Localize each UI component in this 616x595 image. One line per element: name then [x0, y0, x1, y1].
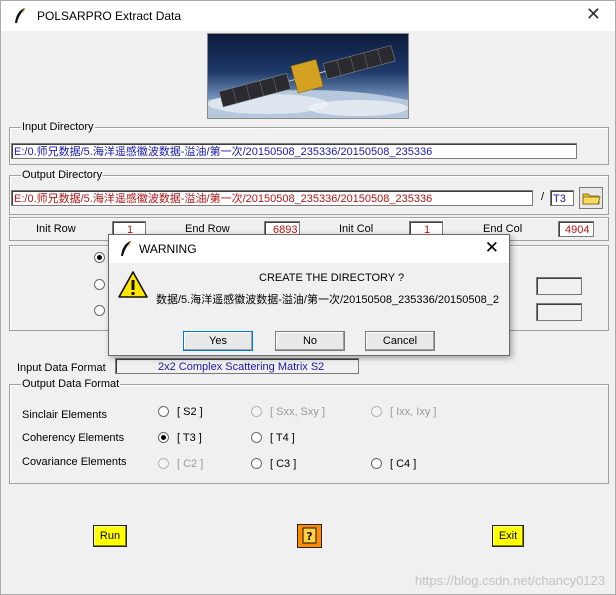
input-format-field: 2x2 Complex Scattering Matrix S2 — [115, 358, 359, 374]
coherency-label: Coherency Elements — [22, 432, 125, 444]
dialog-body: CREATE THE DIRECTORY ? 数据/5.海洋遥感徽波数据-溢油/… — [109, 263, 509, 355]
covariance-c3-label: [ C3 ] — [270, 458, 297, 470]
title-bar: POLSARPRO Extract Data ✕ — [1, 1, 615, 31]
covariance-c2-radio — [158, 458, 169, 469]
coherency-t4-label: [ T4 ] — [270, 432, 295, 444]
help-icon-glyph: ? — [306, 530, 312, 543]
input-format-label: Input Data Format — [17, 362, 106, 374]
hidden-option-radio-2[interactable] — [94, 279, 105, 290]
help-button[interactable]: ? — [297, 524, 322, 548]
dialog-feather-icon — [121, 241, 131, 256]
dialog-heading: CREATE THE DIRECTORY ? — [259, 272, 405, 284]
hidden-field-1[interactable] — [536, 277, 582, 295]
input-directory-field[interactable]: E:/0.师兄数据/5.海洋遥感徽波数据-溢油/第一次/20150508_235… — [11, 143, 577, 159]
warning-dialog: WARNING ✕ CREATE THE DIRECTORY ? 数据/5.海洋… — [108, 234, 510, 356]
output-format-label: Output Data Format — [21, 378, 121, 390]
sinclair-sxx-label: [ Sxx, Sxy ] — [270, 406, 326, 418]
run-button[interactable]: Run — [93, 525, 127, 547]
dialog-title: WARNING — [139, 242, 197, 256]
sinclair-label: Sinclair Elements — [22, 409, 107, 421]
hidden-option-radio-3[interactable] — [94, 305, 105, 316]
cancel-button[interactable]: Cancel — [365, 331, 435, 351]
init-row-label: Init Row — [36, 223, 76, 235]
warning-icon — [118, 271, 148, 298]
coherency-t3-radio[interactable] — [158, 432, 169, 443]
sinclair-ixx-radio — [371, 406, 382, 417]
window-title: POLSARPRO Extract Data — [37, 9, 182, 23]
dialog-path: 数据/5.海洋遥感徽波数据-溢油/第一次/20150508_235336/201… — [156, 294, 500, 306]
coherency-t3-label: [ T3 ] — [177, 432, 202, 444]
covariance-label: Covariance Elements — [22, 456, 127, 468]
input-directory-label: Input Directory — [21, 121, 95, 133]
hidden-option-radio-1[interactable] — [94, 252, 105, 263]
dialog-title-bar: WARNING ✕ — [109, 235, 509, 263]
help-icon: ? — [302, 527, 317, 544]
dialog-close-button[interactable]: ✕ — [485, 238, 499, 258]
output-directory-field[interactable]: E:/0.师兄数据/5.海洋遥感徽波数据-溢油/第一次/20150508_235… — [11, 190, 533, 206]
sinclair-ixx-label: [ Ixx, Ixy ] — [390, 406, 437, 418]
folder-icon — [582, 193, 601, 205]
covariance-c4-label: [ C4 ] — [390, 458, 417, 470]
satellite-banner-image — [207, 33, 409, 119]
yes-button[interactable]: Yes — [183, 331, 253, 351]
no-button[interactable]: No — [275, 331, 345, 351]
path-separator: / — [541, 191, 545, 203]
end-col-field[interactable]: 4904 — [558, 221, 594, 237]
covariance-c3-radio[interactable] — [251, 458, 262, 469]
sinclair-s2-label: [ S2 ] — [177, 406, 203, 418]
exit-button[interactable]: Exit — [492, 525, 524, 547]
output-directory-label: Output Directory — [21, 169, 104, 181]
sinclair-sxx-radio — [251, 406, 262, 417]
coherency-t4-radio[interactable] — [251, 432, 262, 443]
polsarpro-feather-icon — [15, 8, 25, 23]
sinclair-s2-radio[interactable] — [158, 406, 169, 417]
watermark-text: https://blog.csdn.net/chancy0123 — [414, 573, 605, 588]
covariance-c4-radio[interactable] — [371, 458, 382, 469]
browse-folder-button[interactable] — [579, 187, 603, 209]
hidden-field-2[interactable] — [536, 303, 582, 321]
window-close-button[interactable]: ✕ — [586, 4, 601, 25]
output-subdir-field[interactable]: T3 — [550, 190, 574, 206]
covariance-c2-label: [ C2 ] — [177, 458, 204, 470]
